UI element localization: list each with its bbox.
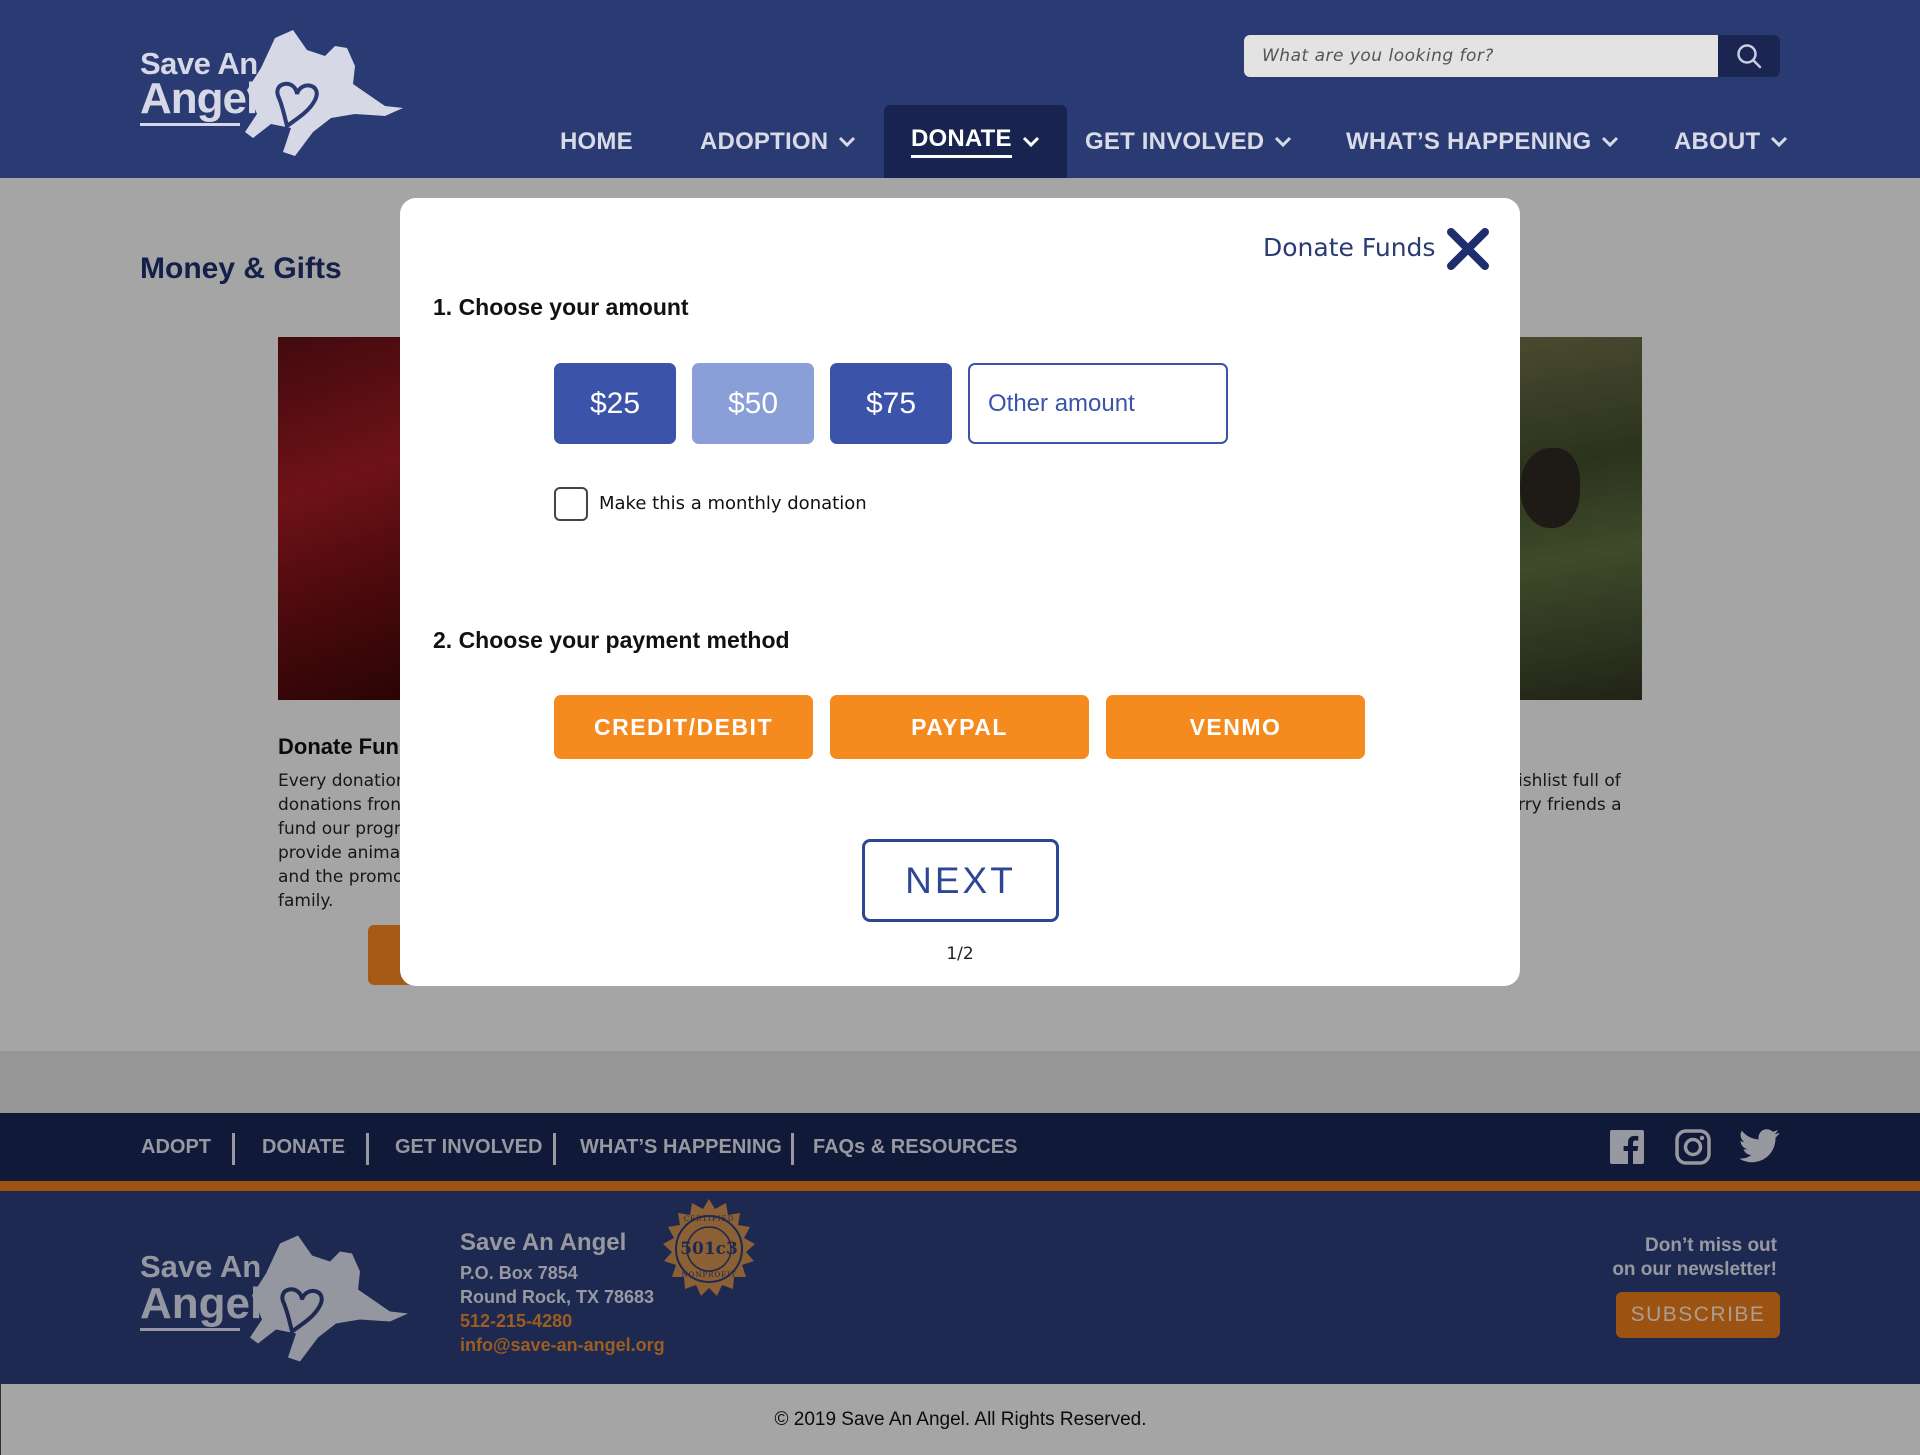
nav-adoption[interactable]: ADOPTION (700, 105, 856, 178)
nav-about[interactable]: ABOUT (1674, 105, 1788, 178)
nav-home-label: HOME (560, 127, 633, 155)
other-amount-input[interactable]: Other amount (968, 363, 1228, 444)
amount-50-button[interactable]: $50 (692, 363, 814, 444)
site-search: What are you looking for? (1244, 35, 1780, 77)
main-nav: HOME ADOPTION DONATE GET INVOLVED WHAT’S… (0, 105, 1920, 178)
donate-funds-modal: Donate Funds 1. Choose your amount $25 $… (400, 198, 1520, 986)
nav-donate[interactable]: DONATE (884, 105, 1067, 178)
site-header: Save An Angel What are you looking for? … (0, 0, 1920, 178)
nav-about-label: ABOUT (1674, 127, 1761, 155)
step-indicator: 1/2 (946, 944, 974, 964)
search-input[interactable]: What are you looking for? (1244, 35, 1718, 77)
chevron-down-icon (1275, 136, 1292, 147)
step-1-heading: 1. Choose your amount (433, 294, 689, 320)
monthly-donation-label[interactable]: Make this a monthly donation (599, 493, 867, 514)
chevron-down-icon (839, 136, 856, 147)
nav-get-involved-label: GET INVOLVED (1085, 127, 1265, 155)
amount-25-button[interactable]: $25 (554, 363, 676, 444)
nav-whats-happening[interactable]: WHAT’S HAPPENING (1346, 105, 1619, 178)
chevron-down-icon (1602, 136, 1619, 147)
chevron-down-icon (1022, 136, 1039, 147)
close-icon[interactable] (1444, 225, 1492, 273)
next-button[interactable]: NEXT (862, 839, 1059, 922)
nav-donate-label: DONATE (911, 125, 1012, 158)
chevron-down-icon (1771, 136, 1788, 147)
paypal-button[interactable]: PAYPAL (830, 695, 1089, 759)
nav-get-involved[interactable]: GET INVOLVED (1085, 105, 1292, 178)
search-icon (1737, 44, 1762, 69)
nav-adoption-label: ADOPTION (700, 127, 829, 155)
step-2-heading: 2. Choose your payment method (433, 627, 790, 653)
search-button[interactable] (1718, 35, 1780, 77)
monthly-donation-checkbox[interactable] (554, 487, 588, 521)
credit-debit-button[interactable]: CREDIT/DEBIT (554, 695, 813, 759)
venmo-button[interactable]: VENMO (1106, 695, 1365, 759)
nav-home[interactable]: HOME (560, 105, 633, 178)
modal-title: Donate Funds (1263, 233, 1436, 262)
amount-75-button[interactable]: $75 (830, 363, 952, 444)
nav-whats-happening-label: WHAT’S HAPPENING (1346, 127, 1592, 155)
